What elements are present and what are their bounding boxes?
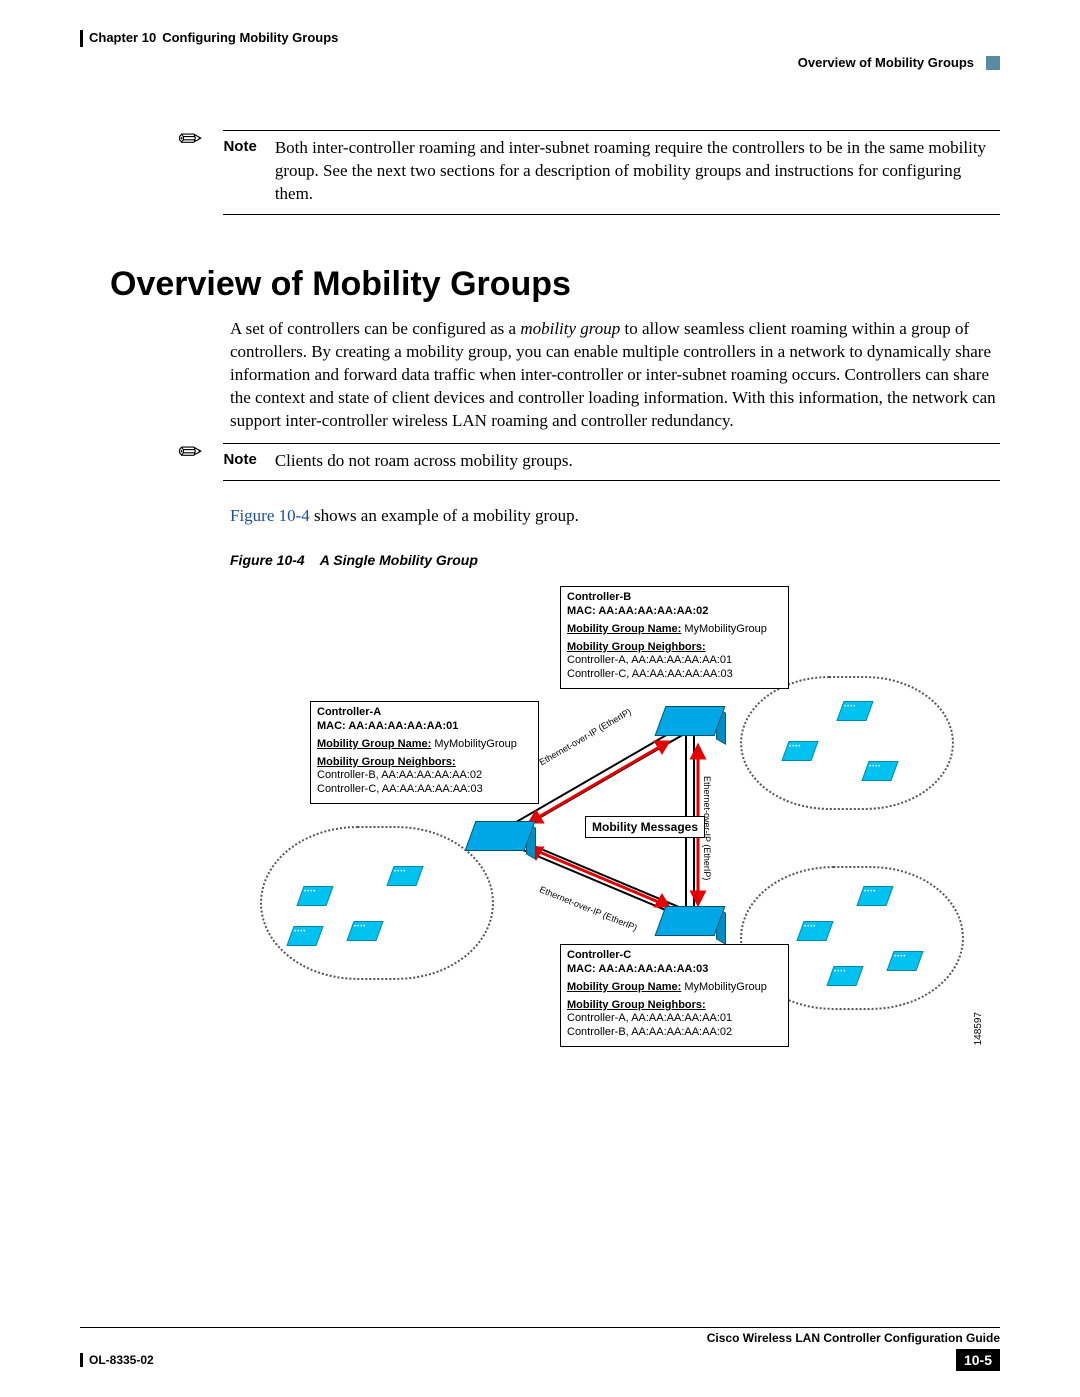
card-neighbor-row: Controller-A, AA:AA:AA:AA:AA:01 [567,654,782,668]
card-groupname-label: Mobility Group Name: [567,623,681,635]
access-point-icon: •••• [390,866,420,886]
card-groupname-value: MyMobilityGroup [684,981,767,993]
card-groupname-label: Mobility Group Name: [317,738,431,750]
access-point-icon: •••• [865,761,895,781]
figure-caption: Figure 10-4 A Single Mobility Group [230,552,1000,568]
note-text: Clients do not roam across mobility grou… [275,450,573,473]
note-block-1: ✎ Note Both inter-controller roaming and… [180,130,1000,215]
note-text: Both inter-controller roaming and inter-… [275,137,1000,206]
section-heading: Overview of Mobility Groups [110,265,1000,304]
figure-ref-link[interactable]: Figure 10-4 [230,506,310,525]
access-point-icon: •••• [830,966,860,986]
card-groupname-value: MyMobilityGroup [434,738,517,750]
controller-c-infocard: Controller-C MAC: AA:AA:AA:AA:AA:03 Mobi… [560,944,789,1047]
doc-id: OL-8335-02 [89,1353,154,1367]
card-neighbor-row: Controller-B, AA:AA:AA:AA:AA:02 [317,769,532,783]
controller-c-device-icon [660,906,720,936]
figure-reference-line: Figure 10-4 shows an example of a mobili… [230,505,1000,528]
card-neighbor-row: Controller-B, AA:AA:AA:AA:AA:02 [567,1026,782,1040]
card-neighbor-row: Controller-A, AA:AA:AA:AA:AA:01 [567,1012,782,1026]
intro-paragraph: A set of controllers can be configured a… [230,318,1000,433]
page-footer: Cisco Wireless LAN Controller Configurat… [80,1327,1000,1371]
card-title: Controller-A [317,706,532,720]
card-neighbor-row: Controller-C, AA:AA:AA:AA:AA:03 [567,668,782,682]
note-label: Note [223,137,256,206]
controller-b-infocard: Controller-B MAC: AA:AA:AA:AA:AA:02 Mobi… [560,586,789,689]
note-pencil-icon: ✎ [174,434,210,470]
card-neighbors-label: Mobility Group Neighbors: [567,999,782,1013]
note-pencil-icon: ✎ [174,122,210,158]
card-title: Controller-B [567,591,782,605]
access-point-icon: •••• [890,951,920,971]
controller-a-device-icon [470,821,530,851]
access-point-icon: •••• [860,886,890,906]
card-mac: MAC: AA:AA:AA:AA:AA:01 [317,720,532,734]
chapter-title: Configuring Mobility Groups [162,30,338,45]
access-point-icon: •••• [300,886,330,906]
figure-caption-title: A Single Mobility Group [320,552,478,568]
note-block-2: ✎ Note Clients do not roam across mobili… [180,443,1000,482]
card-mac: MAC: AA:AA:AA:AA:AA:02 [567,605,782,619]
book-title: Cisco Wireless LAN Controller Configurat… [80,1327,1000,1345]
running-section-title: Overview of Mobility Groups [798,55,974,70]
ap-cloud-b [740,676,954,810]
section-marker-icon [986,56,1000,70]
access-point-icon: •••• [840,701,870,721]
card-mac: MAC: AA:AA:AA:AA:AA:03 [567,963,782,977]
card-groupname-label: Mobility Group Name: [567,981,681,993]
chapter-number: Chapter 10 [89,30,156,45]
access-point-icon: •••• [350,921,380,941]
access-point-icon: •••• [290,926,320,946]
card-title: Controller-C [567,949,782,963]
page-number-badge: 10-5 [956,1349,1000,1371]
card-groupname-value: MyMobilityGroup [684,623,767,635]
figure-caption-number: Figure 10-4 [230,552,305,568]
figure-ref-rest: shows an example of a mobility group. [310,506,579,525]
figure-10-4: Ethernet-over-IP (EtherIP) Ethernet-over… [240,586,960,1051]
ap-cloud-a [260,826,494,980]
note-label: Note [223,450,256,473]
running-header: Chapter 10 Configuring Mobility Groups O… [80,30,1000,70]
figure-source-code: 148597 [973,1012,984,1045]
controller-b-device-icon [660,706,720,736]
controller-a-infocard: Controller-A MAC: AA:AA:AA:AA:AA:01 Mobi… [310,701,539,804]
mobility-messages-label: Mobility Messages [585,816,705,838]
card-neighbors-label: Mobility Group Neighbors: [317,756,532,770]
access-point-icon: •••• [785,741,815,761]
access-point-icon: •••• [800,921,830,941]
card-neighbor-row: Controller-C, AA:AA:AA:AA:AA:03 [317,783,532,797]
card-neighbors-label: Mobility Group Neighbors: [567,641,782,655]
